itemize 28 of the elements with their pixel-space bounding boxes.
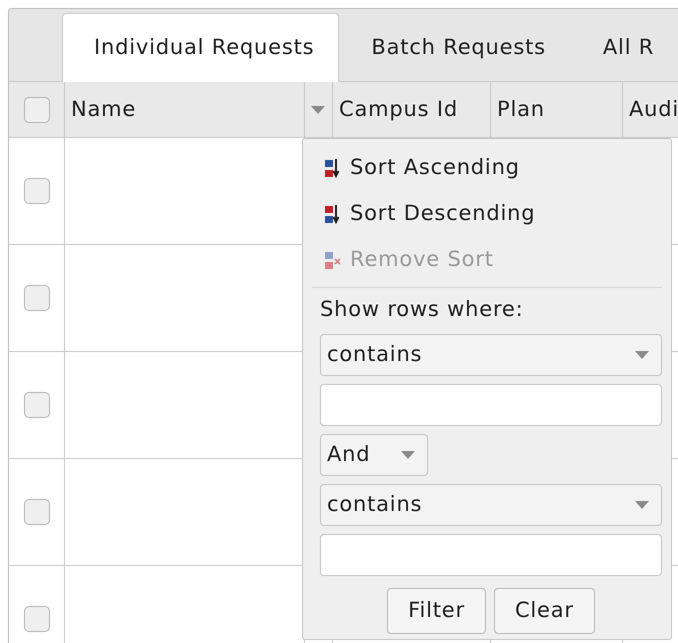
sort-ascending-icon (324, 158, 342, 178)
dropdown[interactable]: contains (320, 334, 662, 376)
tab[interactable]: All R (570, 13, 678, 81)
button[interactable]: Filter (387, 588, 486, 634)
menu-item[interactable]: Sort Descending (320, 191, 540, 237)
tab[interactable]: Batch Requests (339, 13, 571, 81)
checkbox[interactable] (24, 178, 50, 204)
caret-icon (401, 450, 415, 458)
tab[interactable]: Individual Requests (62, 13, 340, 82)
checkbox[interactable] (24, 606, 50, 632)
checkbox[interactable] (24, 285, 50, 311)
sort-remove-icon (324, 250, 342, 270)
caret-icon (635, 350, 649, 358)
sort-descending-icon (324, 204, 342, 224)
button[interactable]: Clear (494, 588, 595, 634)
checkbox[interactable] (24, 499, 50, 525)
input-field[interactable] (320, 534, 662, 576)
column-menu-button[interactable] (305, 82, 333, 138)
filter-label: Show rows where: (320, 296, 525, 323)
dropdown[interactable]: contains (320, 484, 662, 526)
caret-icon (311, 106, 325, 114)
caret-icon (635, 500, 649, 508)
checkbox[interactable] (24, 96, 50, 122)
menu-item[interactable]: Sort Ascending (320, 145, 524, 191)
input-field[interactable] (320, 384, 662, 426)
column-header[interactable]: Name (71, 94, 136, 126)
checkbox[interactable] (24, 392, 50, 418)
dropdown[interactable]: And (320, 434, 428, 476)
